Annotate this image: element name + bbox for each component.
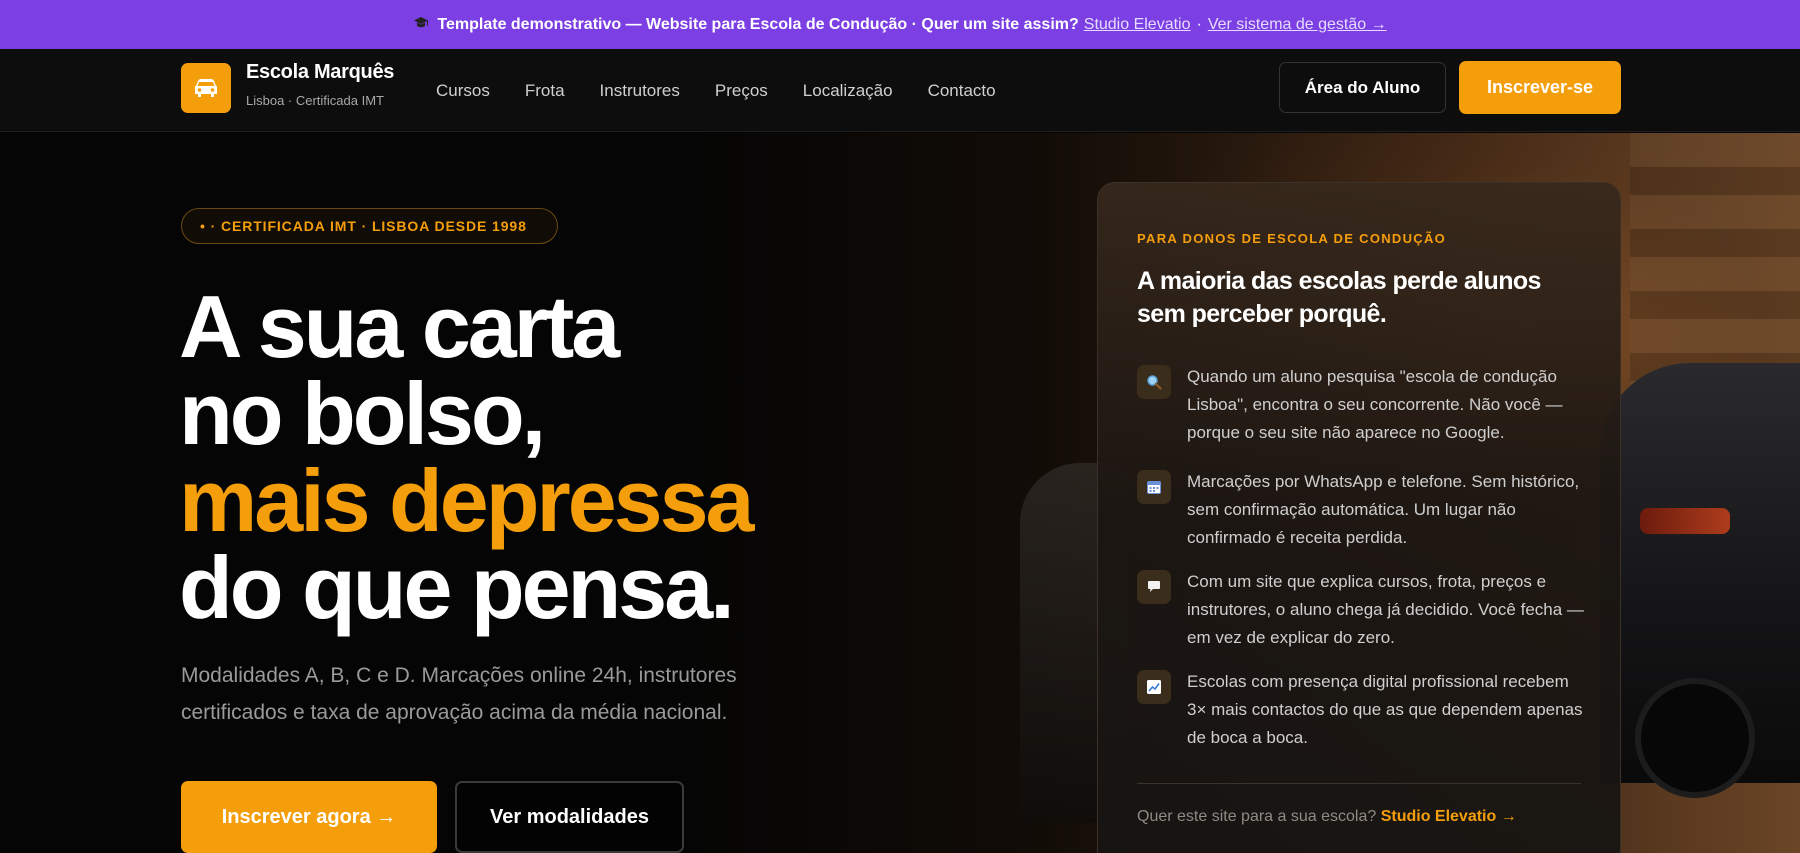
magnifier-icon bbox=[1137, 365, 1171, 399]
card-divider bbox=[1137, 783, 1581, 784]
car-icon[interactable] bbox=[181, 63, 231, 113]
management-system-link[interactable]: Ver sistema de gestão → bbox=[1208, 16, 1387, 34]
headline-line-2: no bolso, bbox=[179, 364, 546, 463]
hero-car-wheel bbox=[1635, 678, 1755, 798]
nav-item-instrutores[interactable]: Instrutores bbox=[600, 81, 680, 101]
card-eyebrow: PARA DONOS DE ESCOLA DE CONDUÇÃO bbox=[1137, 231, 1447, 246]
graduation-cap-icon bbox=[413, 16, 429, 33]
card-point-text: Com um site que explica cursos, frota, p… bbox=[1187, 572, 1584, 647]
hero-subtitle: Modalidades A, B, C e D. Marcações onlin… bbox=[181, 664, 737, 724]
hero-car-taillight bbox=[1640, 508, 1730, 534]
separator: · bbox=[1196, 15, 1202, 33]
calendar-icon bbox=[1137, 470, 1171, 504]
studio-elevatio-link[interactable]: Studio Elevatio bbox=[1084, 16, 1191, 34]
student-area-button[interactable]: Área do Aluno bbox=[1279, 62, 1446, 113]
certification-badge: • · CERTIFICADA IMT · LISBOA DESDE 1998 bbox=[181, 208, 558, 244]
nav-item-precos[interactable]: Preços bbox=[715, 81, 768, 101]
card-point-text: Quando um aluno pesquisa "escola de cond… bbox=[1187, 367, 1563, 442]
card-footer: Quer este site para a sua escola? Studio… bbox=[1137, 808, 1517, 826]
headline-line-4: do que pensa. bbox=[179, 538, 735, 637]
nav-item-contacto[interactable]: Contacto bbox=[928, 81, 996, 101]
nav-item-cursos[interactable]: Cursos bbox=[436, 81, 490, 101]
nav-item-frota[interactable]: Frota bbox=[525, 81, 565, 101]
speech-bubble-icon bbox=[1137, 570, 1171, 604]
signup-button[interactable]: Inscrever-se bbox=[1459, 61, 1621, 114]
site-header: Escola Marquês Lisboa · Certificada IMT … bbox=[0, 49, 1800, 132]
enroll-now-button[interactable]: Inscrever agora → bbox=[181, 781, 437, 853]
hero-headline: A sua carta no bolso, mais depressa do q… bbox=[179, 283, 754, 632]
card-point-text: Marcações por WhatsApp e telefone. Sem h… bbox=[1187, 472, 1580, 547]
announcement-text: Template demonstrativo — Website para Es… bbox=[437, 15, 1079, 33]
headline-accent: mais depressa bbox=[179, 451, 754, 550]
brand-subtitle: Lisboa · Certificada IMT bbox=[246, 93, 384, 108]
announcement-bar: Template demonstrativo — Website para Es… bbox=[0, 0, 1800, 49]
brand-name[interactable]: Escola Marquês bbox=[246, 61, 394, 84]
chart-up-icon bbox=[1137, 670, 1171, 704]
nav-item-localizacao[interactable]: Localização bbox=[803, 81, 893, 101]
studio-elevatio-footer-link[interactable]: Studio Elevatio → bbox=[1381, 808, 1517, 825]
card-title: A maioria das escolas perde alunos sem p… bbox=[1137, 267, 1541, 328]
view-modalities-button[interactable]: Ver modalidades bbox=[455, 781, 684, 853]
card-point-text: Escolas com presença digital profissiona… bbox=[1187, 672, 1583, 747]
card-footer-text: Quer este site para a sua escola? bbox=[1137, 808, 1377, 825]
main-nav: Cursos Frota Instrutores Preços Localiza… bbox=[436, 49, 996, 132]
headline-line-1: A sua carta bbox=[179, 277, 620, 376]
school-owner-card: PARA DONOS DE ESCOLA DE CONDUÇÃO A maior… bbox=[1097, 182, 1621, 853]
